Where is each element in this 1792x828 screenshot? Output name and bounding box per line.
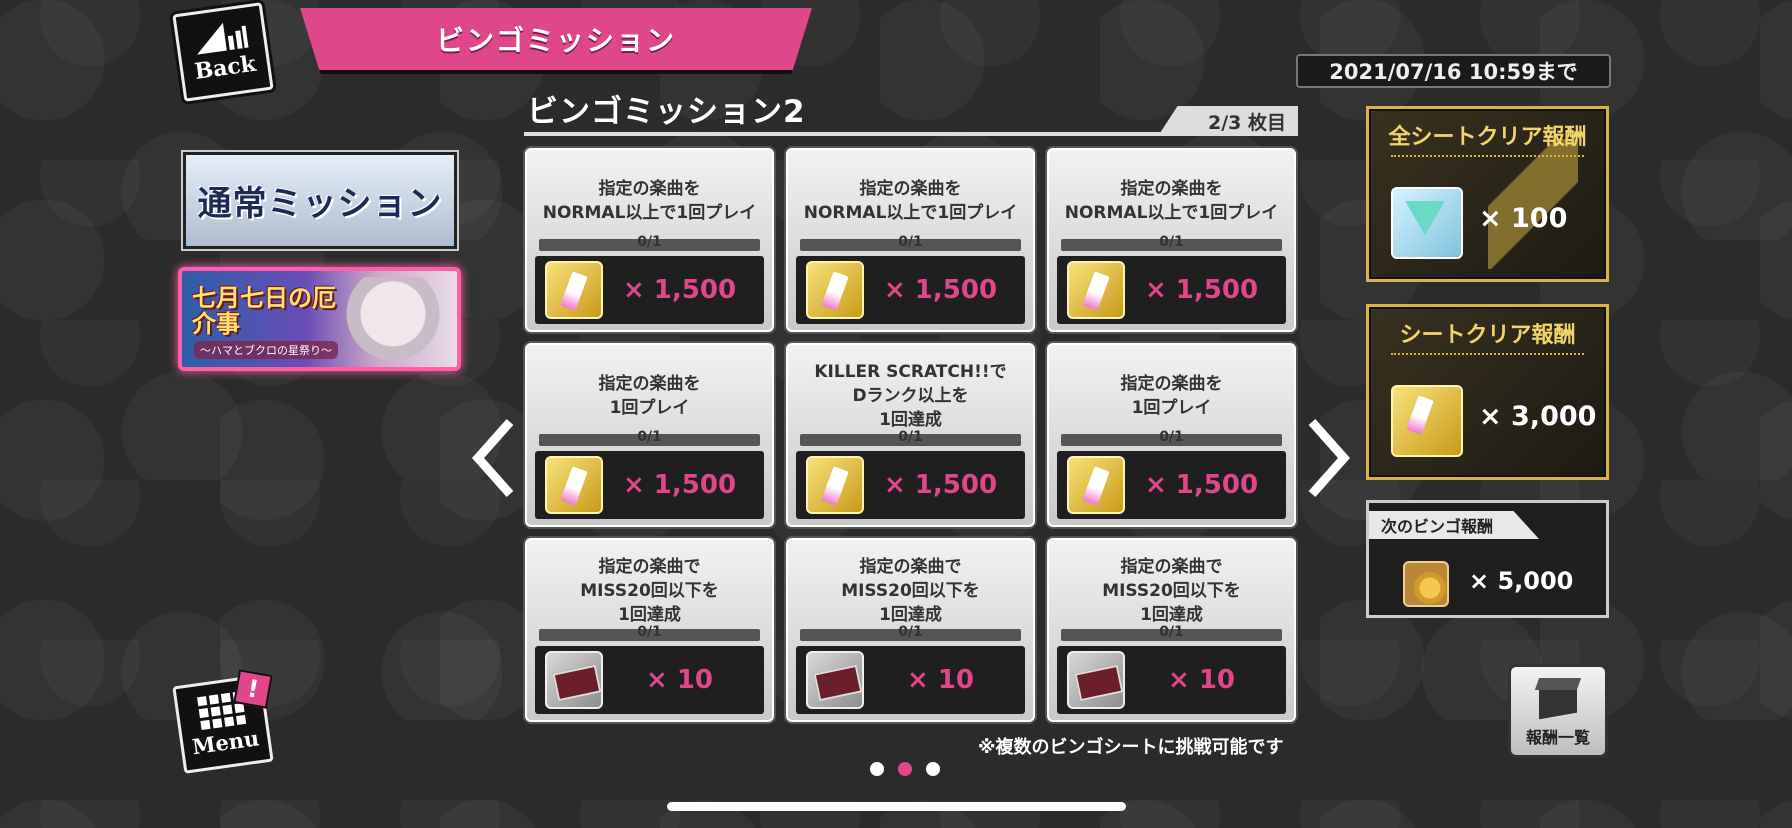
bingo-cell[interactable]: 指定の楽曲で MISS20回以下を 1回達成 0/1 × 10	[1045, 536, 1298, 724]
bingo-cell[interactable]: 指定の楽曲を 1回プレイ 0/1 × 1,500	[1045, 341, 1298, 529]
reward-list-label: 報酬一覧	[1525, 728, 1590, 747]
mission-reward: × 1,500	[535, 451, 764, 519]
fuda-icon	[1067, 261, 1125, 319]
mission-reward: × 1,500	[535, 256, 764, 324]
bingo-cell[interactable]: 指定の楽曲で MISS20回以下を 1回達成 0/1 × 10	[784, 536, 1037, 724]
event-banner-title: 七月七日の厄介事	[192, 283, 336, 338]
pager-dot-active[interactable]	[898, 762, 912, 776]
bingo-cell[interactable]: 指定の楽曲を 1回プレイ 0/1 × 1,500	[523, 341, 776, 529]
menu-label: Menu	[190, 724, 261, 759]
normal-mission-label: 通常ミッション	[197, 184, 443, 224]
progress-text: 0/1	[898, 624, 923, 640]
mission-reward: × 1,500	[796, 256, 1025, 324]
sheet-clear-reward-panel: シートクリア報酬 × 3,000	[1366, 304, 1609, 480]
progress-text: 0/1	[1159, 429, 1184, 445]
deadline-label: 2021/07/16 10:59まで	[1296, 54, 1611, 88]
bingo-cell[interactable]: 指定の楽曲を NORMAL以上で1回プレイ 0/1 × 1,500	[784, 146, 1037, 334]
progress-text: 0/1	[898, 234, 923, 250]
reward-amount: × 1,500	[883, 275, 998, 305]
mission-condition: 指定の楽曲で MISS20回以下を 1回達成	[1102, 557, 1241, 625]
ticket-icon	[806, 651, 864, 709]
ticket-icon	[545, 651, 603, 709]
mission-reward: × 1,500	[1057, 451, 1286, 519]
mission-condition: 指定の楽曲を NORMAL以上で1回プレイ	[542, 179, 757, 223]
reward-amount: × 1,500	[622, 470, 737, 500]
sheet-pager	[870, 762, 940, 776]
gem-icon	[1391, 187, 1463, 259]
normal-mission-button[interactable]: 通常ミッション	[181, 150, 459, 251]
next-bingo-reward-title: 次のビンゴ報酬	[1369, 511, 1539, 539]
fuda-icon	[545, 456, 603, 514]
page-title-banner: ビンゴミッション	[300, 8, 812, 74]
fuda-icon	[1067, 456, 1125, 514]
event-character-image	[343, 277, 443, 367]
mission-condition: 指定の楽曲で MISS20回以下を 1回達成	[841, 557, 980, 625]
ticket-icon	[1067, 651, 1125, 709]
sheet-clear-amount: × 3,000	[1479, 401, 1597, 432]
reward-amount: × 1,500	[1144, 470, 1259, 500]
bingo-grid: 指定の楽曲を NORMAL以上で1回プレイ 0/1 × 1,500 指定の楽曲を…	[523, 146, 1300, 724]
all-sheet-clear-title: 全シートクリア報酬	[1388, 125, 1587, 150]
next-bingo-reward-amount: × 5,000	[1469, 567, 1574, 595]
reward-amount: × 1,500	[883, 470, 998, 500]
page-title: ビンゴミッション	[435, 24, 676, 57]
reward-list-button[interactable]: 報酬一覧	[1508, 664, 1608, 758]
progress-text: 0/1	[898, 429, 923, 445]
fuda-icon	[545, 261, 603, 319]
fuda-icon	[1391, 385, 1463, 457]
back-arrow-icon	[193, 20, 249, 57]
prev-sheet-chevron-left-icon[interactable]	[472, 418, 516, 498]
menu-notification-badge: !	[233, 669, 273, 709]
bingo-cell[interactable]: 指定の楽曲で MISS20回以下を 1回達成 0/1 × 10	[523, 536, 776, 724]
progress-text: 0/1	[637, 234, 662, 250]
fuda-icon	[806, 261, 864, 319]
mission-condition: KILLER SCRATCH!!で Dランク以上を 1回達成	[814, 362, 1007, 430]
mission-reward: × 1,500	[796, 451, 1025, 519]
mission-condition: 指定の楽曲で MISS20回以下を 1回達成	[580, 557, 719, 625]
sheet-clear-title: シートクリア報酬	[1399, 323, 1576, 348]
coin-icon	[1403, 561, 1449, 607]
back-button[interactable]: Back	[172, 2, 274, 102]
event-banner[interactable]: 七月七日の厄介事 〜ハマとブクロの星祭り〜	[178, 267, 461, 371]
reward-amount: × 1,500	[1144, 275, 1259, 305]
reward-amount: × 1,500	[622, 275, 737, 305]
progress-text: 0/1	[637, 624, 662, 640]
progress-text: 0/1	[1159, 624, 1184, 640]
mission-condition: 指定の楽曲を 1回プレイ	[598, 374, 701, 418]
bingo-cell[interactable]: KILLER SCRATCH!!で Dランク以上を 1回達成 0/1 × 1,5…	[784, 341, 1037, 529]
mission-condition: 指定の楽曲を 1回プレイ	[1120, 374, 1223, 418]
sheet-divider	[524, 132, 1298, 136]
mission-reward: × 1,500	[1057, 256, 1286, 324]
home-indicator	[667, 802, 1126, 811]
fuda-icon	[806, 456, 864, 514]
progress-text: 0/1	[637, 429, 662, 445]
bingo-cell[interactable]: 指定の楽曲を NORMAL以上で1回プレイ 0/1 × 1,500	[523, 146, 776, 334]
progress-text: 0/1	[1159, 234, 1184, 250]
mission-reward: × 10	[1057, 646, 1286, 714]
pager-dot[interactable]	[926, 762, 940, 776]
reward-amount: × 10	[1167, 665, 1236, 695]
box-icon	[1533, 674, 1583, 720]
all-sheet-clear-reward-panel: 全シートクリア報酬 × 100	[1366, 106, 1609, 282]
pager-dot[interactable]	[870, 762, 884, 776]
event-banner-subtitle: 〜ハマとブクロの星祭り〜	[194, 341, 338, 359]
mission-reward: × 10	[535, 646, 764, 714]
next-sheet-chevron-right-icon[interactable]	[1306, 418, 1350, 498]
sheet-title: ビンゴミッション2	[527, 94, 806, 130]
bingo-cell[interactable]: 指定の楽曲を NORMAL以上で1回プレイ 0/1 × 1,500	[1045, 146, 1298, 334]
reward-amount: × 10	[906, 665, 975, 695]
next-bingo-reward-panel: 次のビンゴ報酬 × 5,000	[1366, 500, 1609, 618]
multi-sheet-note: ※複数のビンゴシートに挑戦可能です	[978, 737, 1284, 758]
reward-amount: × 10	[645, 665, 714, 695]
mission-reward: × 10	[796, 646, 1025, 714]
all-sheet-clear-amount: × 100	[1479, 203, 1568, 234]
mission-condition: 指定の楽曲を NORMAL以上で1回プレイ	[803, 179, 1018, 223]
mission-condition: 指定の楽曲を NORMAL以上で1回プレイ	[1064, 179, 1279, 223]
